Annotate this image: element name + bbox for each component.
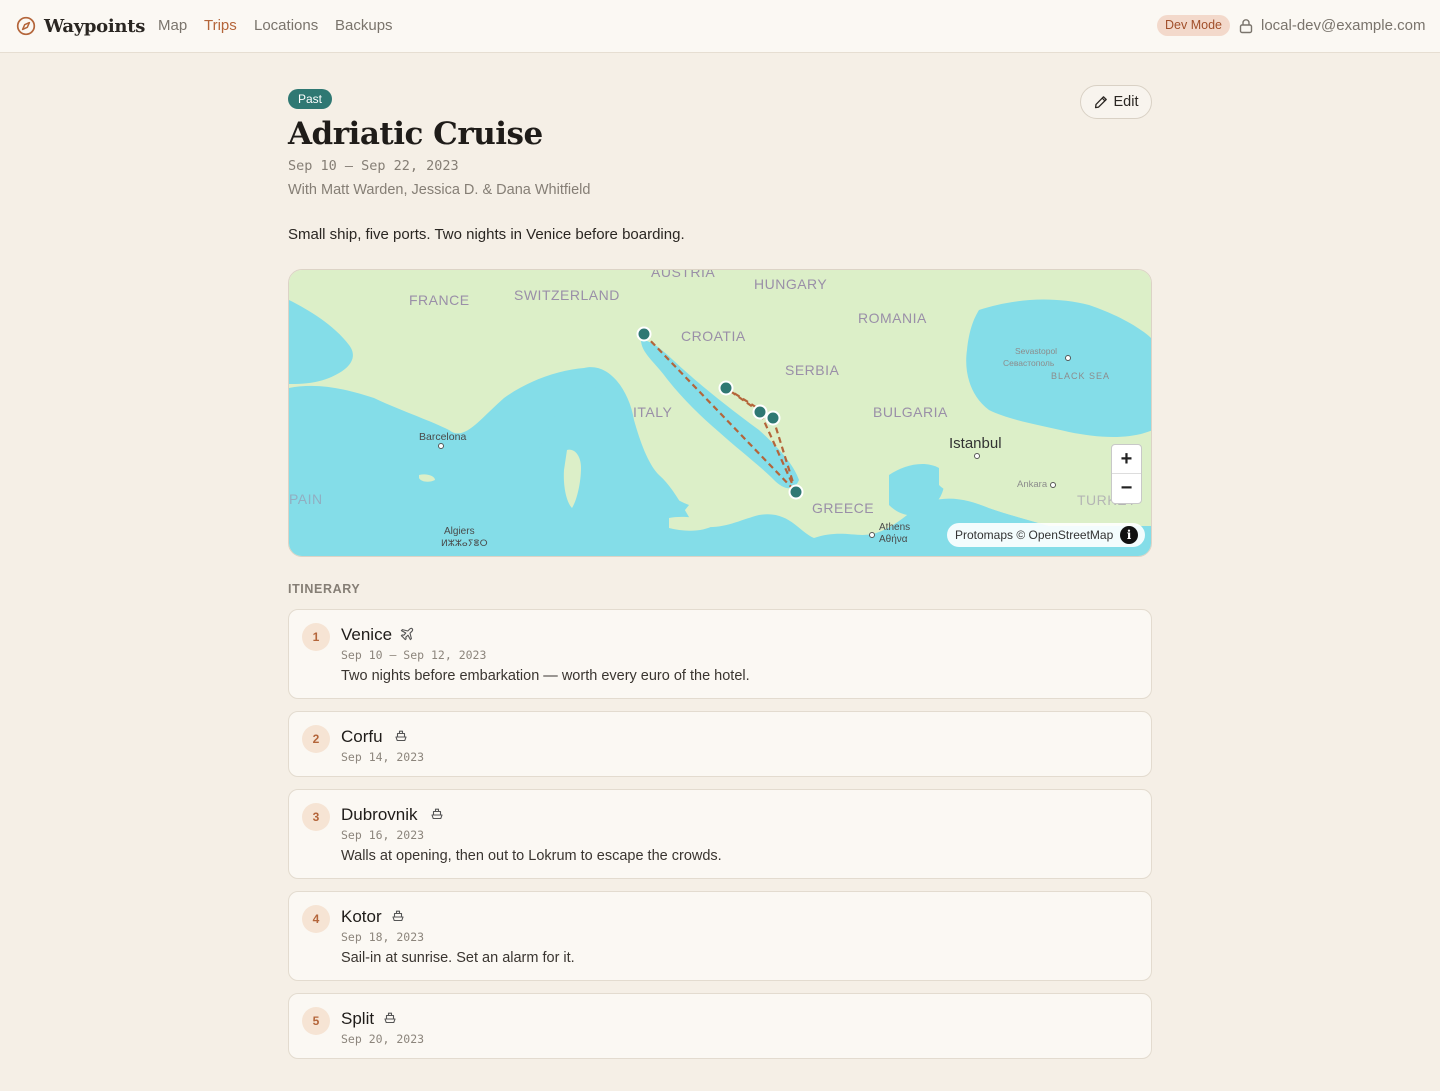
city-dot-sevastopol (1065, 355, 1071, 361)
brand-home-link[interactable]: Waypoints (16, 14, 145, 38)
ship-icon (384, 1012, 396, 1024)
label-barcelona: Barcelona (419, 431, 467, 443)
label-athens-greek: Αθήνα (879, 534, 908, 545)
label-sevastopol: Sevastopol (1015, 346, 1058, 356)
nav-trips[interactable]: Trips (204, 17, 237, 35)
label-ankara: Ankara (1017, 479, 1048, 490)
marker-venice (636, 326, 652, 342)
marker-kotor (765, 410, 781, 426)
dev-mode-badge: Dev Mode (1157, 15, 1230, 36)
map-canvas[interactable] (289, 270, 1152, 557)
itinerary-stop[interactable]: 3 Dubrovnik Sep 16, 2023 Walls at openin… (288, 789, 1152, 879)
top-navbar: Waypoints Map Trips Locations Backups De… (0, 0, 1440, 53)
plane-icon (400, 627, 414, 641)
compass-icon (16, 16, 36, 36)
city-dot-ankara (1050, 482, 1056, 488)
label-spain: PAIN (289, 491, 323, 507)
city-dot-istanbul (974, 453, 980, 459)
nav-map[interactable]: Map (158, 17, 187, 35)
stop-name: Split (341, 1009, 375, 1028)
pencil-icon (1094, 96, 1107, 109)
stop-name: Dubrovnik (341, 805, 418, 824)
itinerary-stop[interactable]: 5 Split Sep 20, 2023 (288, 993, 1152, 1059)
stop-date: Sep 14, 2023 (341, 750, 425, 764)
stop-note: Two nights before embarkation — worth ev… (341, 668, 750, 684)
zoom-control: + − (1111, 444, 1142, 504)
stop-number: 4 (302, 905, 330, 933)
label-serbia: SERBIA (785, 362, 840, 378)
label-black-sea: BLACK SEA (1051, 371, 1111, 381)
label-algiers: Algiers (444, 526, 475, 537)
label-istanbul: Istanbul (949, 435, 1002, 452)
stop-date: Sep 10 – Sep 12, 2023 (341, 648, 487, 662)
brand-name: Waypoints (44, 15, 146, 37)
stop-note: Sail-in at sunrise. Set an alarm for it. (341, 950, 575, 966)
zoom-out-button[interactable]: − (1112, 474, 1141, 503)
trip-map[interactable]: AUSTRIA HUNGARY FRANCE SWITZERLAND ROMAN… (288, 269, 1152, 557)
stop-name: Corfu (341, 727, 383, 746)
marker-dubrovnik (752, 404, 768, 420)
label-italy: ITALY (633, 404, 673, 420)
nav-locations[interactable]: Locations (254, 17, 318, 35)
ship-icon (395, 730, 407, 742)
label-algiers-tifinagh: ⵍⵣⵣⴰⵢⴻⵔ (441, 538, 488, 548)
stop-number: 3 (302, 803, 330, 831)
stop-number: 1 (302, 623, 330, 651)
label-greece: GREECE (812, 500, 875, 516)
marker-split (718, 380, 734, 396)
stop-name: Venice (341, 625, 393, 644)
edit-button-label: Edit (1113, 94, 1139, 110)
label-hungary: HUNGARY (754, 276, 828, 292)
itinerary-stop[interactable]: 2 Corfu Sep 14, 2023 (288, 711, 1152, 777)
stop-number: 2 (302, 725, 330, 753)
info-icon[interactable]: i (1120, 526, 1138, 544)
itinerary-stop[interactable]: 1 Venice Sep 10 – Sep 12, 2023 Two night… (288, 609, 1152, 699)
stop-date: Sep 18, 2023 (341, 930, 425, 944)
label-athens: Athens (879, 522, 911, 533)
stop-name: Kotor (341, 907, 382, 926)
page-title: Adriatic Cruise (288, 116, 543, 152)
city-dot-barcelona (438, 443, 444, 449)
label-switzerland: SWITZERLAND (514, 287, 620, 303)
itinerary-heading: ITINERARY (288, 582, 361, 596)
label-austria: AUSTRIA (651, 269, 716, 280)
stop-date: Sep 20, 2023 (341, 1032, 425, 1046)
edit-button[interactable]: Edit (1080, 85, 1152, 119)
trip-dates: Sep 10 – Sep 22, 2023 (288, 158, 459, 174)
status-badge: Past (288, 89, 333, 109)
label-croatia: CROATIA (681, 328, 746, 344)
marker-corfu (788, 484, 804, 500)
label-france: FRANCE (409, 292, 470, 308)
map-attribution[interactable]: Protomaps © OpenStreetMap (947, 523, 1146, 547)
trip-companions: With Matt Warden, Jessica D. & Dana Whit… (288, 182, 591, 198)
nav-backups[interactable]: Backups (335, 17, 393, 35)
label-romania: ROMANIA (858, 310, 927, 326)
stop-date: Sep 16, 2023 (341, 828, 425, 842)
city-dot-athens (869, 532, 875, 538)
label-sevastopol-cyrillic: Севастополь (1003, 358, 1055, 368)
trip-description: Small ship, five ports. Two nights in Ve… (288, 226, 685, 243)
itinerary-stop[interactable]: 4 Kotor Sep 18, 2023 Sail-in at sunrise.… (288, 891, 1152, 981)
user-email[interactable]: local-dev@example.com (1261, 17, 1425, 35)
stop-note: Walls at opening, then out to Lokrum to … (341, 848, 722, 864)
zoom-in-button[interactable]: + (1112, 445, 1141, 474)
ship-icon (431, 808, 443, 820)
lock-icon (1239, 19, 1253, 34)
stop-number: 5 (302, 1007, 330, 1035)
ship-icon (392, 910, 404, 922)
label-bulgaria: BULGARIA (873, 404, 948, 420)
